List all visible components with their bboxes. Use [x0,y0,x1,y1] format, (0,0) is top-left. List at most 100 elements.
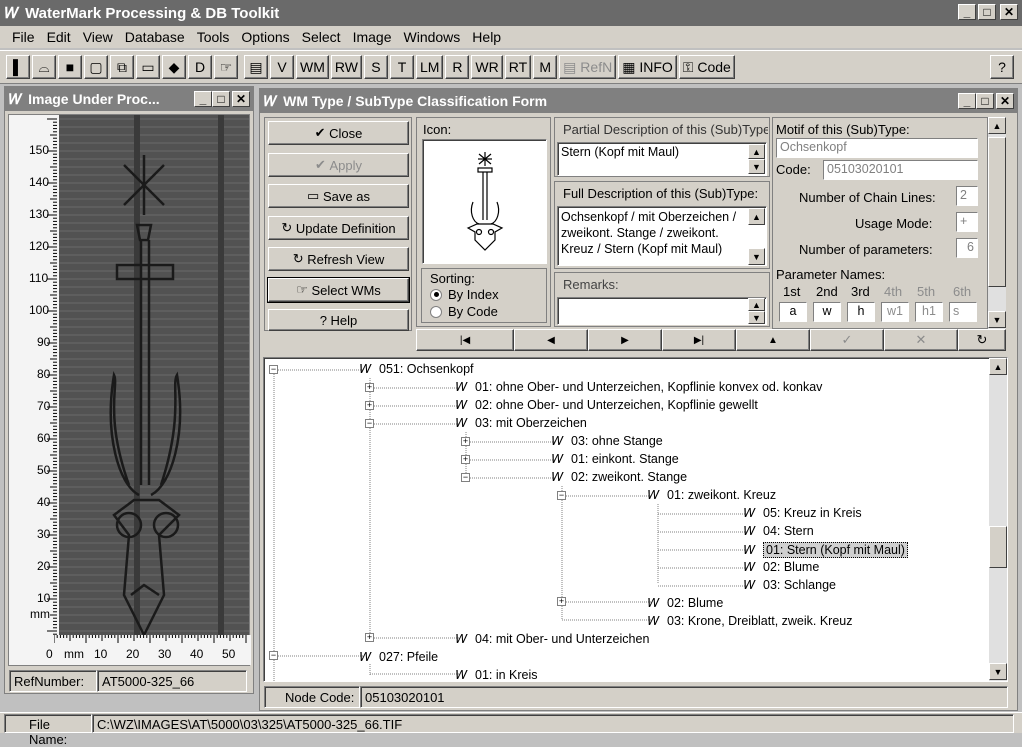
menu-help[interactable]: Help [472,29,501,45]
tree-node[interactable]: 𝑊 03: Schlange [744,578,836,592]
tree-node[interactable]: 𝑊 02: Blume [744,560,819,574]
maximize-icon[interactable]: □ [212,91,230,107]
menu-image[interactable]: Image [353,29,392,45]
nav-cancel-icon[interactable]: ✕ [884,329,958,351]
tb-d-button[interactable]: D [188,55,212,79]
param-field-2[interactable]: w [813,302,841,322]
scroll-up-icon[interactable]: ▲ [989,358,1007,375]
collapse-icon[interactable]: − [269,365,278,374]
type-tree-view[interactable]: − + + − + + − − + + − 𝑊 051: Ochsenkopf 𝑊… [263,357,1008,682]
tb-wr-button[interactable]: WR [471,55,503,79]
tree-node[interactable]: 𝑊 03: ohne Stange [552,434,663,448]
expand-icon[interactable]: + [557,597,566,606]
scroll-down-icon[interactable]: ▼ [988,311,1006,328]
param-field-3[interactable]: h [847,302,875,322]
nav-up-icon[interactable]: ▲ [736,329,810,351]
tb-s-button[interactable]: S [363,55,388,79]
scroll-thumb[interactable] [988,137,1006,287]
tree-node[interactable]: 𝑊 02: ohne Ober- und Unterzeichen, Kopfli… [456,398,758,412]
tree-node[interactable]: 𝑊 04: mit Ober- und Unterzeichen [456,632,649,646]
scroll-up-icon[interactable]: ▲ [748,208,765,225]
remarks-field[interactable] [557,297,767,325]
tree-node[interactable]: 𝑊 01: zweikont. Kreuz [648,488,776,502]
scroll-thumb[interactable] [989,526,1007,568]
full-description-field[interactable]: Ochsenkopf / mit Oberzeichen / zweikont.… [557,206,767,266]
save-as-button[interactable]: ▭ Save as [268,184,409,208]
tree-node[interactable]: 𝑊 01: ohne Ober- und Unterzeichen, Kopfli… [456,380,822,394]
parameters-count-field[interactable]: 6 [956,238,978,258]
scroll-down-icon[interactable]: ▼ [748,248,765,265]
param-field-4[interactable]: w1 [881,302,909,322]
collapse-icon[interactable]: − [461,473,470,482]
tb-lm-button[interactable]: LM [415,55,444,79]
open-icon[interactable]: ⌓ [32,55,56,79]
sort-by-index-radio[interactable]: By Index [430,287,499,302]
update-definition-button[interactable]: ↻ Update Definition [268,216,409,240]
tree-node[interactable]: 𝑊 03: Krone, Dreiblatt, zweik. Kreuz [648,614,853,628]
nav-first-icon[interactable]: |◀ [416,329,514,351]
close-icon[interactable]: ✕ [996,93,1014,109]
nav-last-icon[interactable]: ▶| [662,329,736,351]
menu-select[interactable]: Select [302,29,341,45]
save-icon[interactable]: ■ [58,55,82,79]
collapse-icon[interactable]: − [557,491,566,500]
chain-lines-field[interactable]: 2 [956,186,978,206]
motif-field[interactable]: Ochsenkopf [776,138,978,158]
maximize-icon[interactable]: □ [978,4,996,20]
tree-node[interactable]: 𝑊 02: zweikont. Stange [552,470,687,484]
motif-scrollbar[interactable]: ▲ ▼ [988,117,1006,329]
param-field-5[interactable]: h1 [915,302,943,322]
info-button[interactable]: ▦ INFO [618,55,677,79]
select-wms-button[interactable]: ☞ Select WMs [267,277,410,303]
scroll-down-icon[interactable]: ▼ [748,159,765,174]
param-field-1[interactable]: a [779,302,807,322]
expand-icon[interactable]: + [365,383,374,392]
tree-node[interactable]: 𝑊 01: in Kreis [456,668,538,681]
expand-icon[interactable]: + [365,401,374,410]
select-hand-icon[interactable]: ☞ [214,55,238,79]
tree-node[interactable]: 𝑊 027: Pfeile [360,650,438,664]
eraser-icon[interactable]: ◆ [162,55,186,79]
nav-next-icon[interactable]: ▶ [588,329,662,351]
minimize-icon[interactable]: _ [194,91,212,107]
expand-icon[interactable]: + [461,455,470,464]
usage-mode-field[interactable]: + [956,212,978,232]
tree-scrollbar[interactable]: ▲ ▼ [989,358,1007,681]
print-icon[interactable]: ▭ [136,55,160,79]
scroll-down-icon[interactable]: ▼ [989,663,1007,680]
document-icon[interactable]: ▤ [244,55,268,79]
menu-view[interactable]: View [83,29,113,45]
scroll-up-icon[interactable]: ▲ [748,298,765,311]
nav-post-icon[interactable]: ✓ [810,329,884,351]
partial-description-field[interactable]: Stern (Kopf mit Maul) [557,142,767,176]
apply-button[interactable]: ✔ Apply [268,153,409,177]
help-button[interactable]: ? [990,55,1014,79]
tb-t-button[interactable]: T [389,55,414,79]
tb-rt-button[interactable]: RT [504,55,532,79]
code-button[interactable]: ⚿ Code [678,55,735,79]
tb-r-button[interactable]: R [445,55,470,79]
tree-node[interactable]: 𝑊 02: Blume [648,596,723,610]
nav-refresh-icon[interactable]: ↻ [958,329,1006,351]
code-field[interactable]: 05103020101 [823,160,978,180]
nav-prev-icon[interactable]: ◀ [514,329,588,351]
tree-node-selected[interactable]: 𝑊 01: Stern (Kopf mit Maul) [744,542,908,558]
menu-database[interactable]: Database [125,29,185,45]
collapse-icon[interactable]: − [365,419,374,428]
menu-tools[interactable]: Tools [197,29,230,45]
collapse-icon[interactable]: − [269,651,278,660]
close-icon[interactable]: ✕ [232,91,250,107]
maximize-icon[interactable]: □ [976,93,994,109]
tree-node[interactable]: 𝑊 051: Ochsenkopf [360,362,474,376]
expand-icon[interactable]: + [365,633,374,642]
tb-m-button[interactable]: M [533,55,558,79]
tb-wm-button[interactable]: WM [296,55,329,79]
close-button[interactable]: ✔ Close [268,121,409,145]
tree-node[interactable]: 𝑊 04: Stern [744,524,814,538]
page-icon[interactable]: ▢ [84,55,108,79]
minimize-icon[interactable]: _ [958,93,976,109]
expand-icon[interactable]: + [461,437,470,446]
image-viewport[interactable]: 150 140 130 120 110 100 90 80 70 60 50 4… [8,114,251,666]
scroll-up-icon[interactable]: ▲ [748,144,765,159]
menu-windows[interactable]: Windows [404,29,461,45]
